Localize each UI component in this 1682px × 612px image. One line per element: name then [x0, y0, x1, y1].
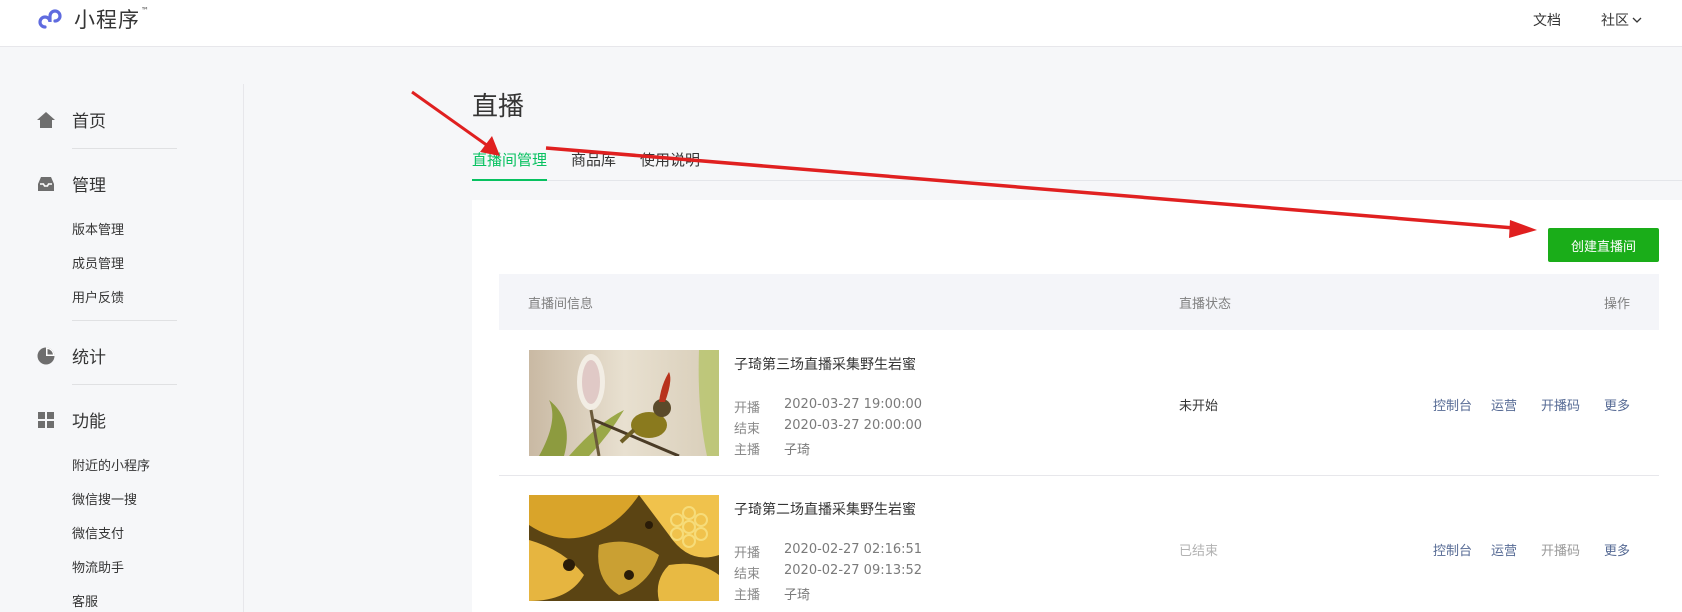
more-link[interactable]: 更多: [1604, 540, 1630, 559]
column-header-room-info: 直播间信息: [528, 297, 594, 312]
status-badge: 已结束: [1179, 544, 1219, 559]
community-label: 社区: [1601, 13, 1629, 29]
sidebar-item-label: 首页: [72, 112, 106, 132]
sidebar-item-label: 功能: [72, 412, 106, 432]
sidebar-item-label: 管理: [72, 176, 106, 196]
room-title: 子琦第二场直播采集野生岩蜜: [734, 502, 916, 518]
tab-instructions[interactable]: 使用说明: [640, 149, 700, 181]
create-live-room-button[interactable]: 创建直播间: [1548, 228, 1659, 262]
sidebar-item-members[interactable]: 成员管理: [72, 253, 124, 272]
sidebar-item-customer-service[interactable]: 客服: [72, 591, 98, 610]
table-header: 直播间信息 直播状态 操作: [499, 274, 1659, 330]
sidebar-item-label: 统计: [72, 348, 106, 368]
sidebar-item-search[interactable]: 微信搜一搜: [72, 489, 137, 508]
start-time: 2020-03-27 19:00:00: [784, 397, 923, 412]
miniprogram-logo[interactable]: 小程序 ™: [36, 4, 149, 34]
home-icon: [36, 110, 56, 130]
end-label: 结束: [734, 422, 761, 437]
host-label: 主播: [734, 443, 761, 458]
sidebar-item-manage[interactable]: 管理: [36, 171, 106, 196]
status-badge: 未开始: [1179, 399, 1219, 414]
tab-product-library[interactable]: 商品库: [571, 149, 616, 181]
stream-code-link[interactable]: 开播码: [1541, 395, 1580, 414]
inbox-icon: [36, 174, 56, 194]
sidebar-divider: [72, 384, 177, 385]
pie-chart-icon: [36, 346, 56, 366]
operations-link[interactable]: 运营: [1491, 540, 1517, 559]
end-time: 2020-02-27 09:13:52: [784, 563, 923, 578]
logo-text: 小程序: [74, 8, 140, 32]
sidebar-item-features[interactable]: 功能: [36, 407, 106, 432]
end-time: 2020-03-27 20:00:00: [784, 418, 923, 433]
more-link[interactable]: 更多: [1604, 395, 1630, 414]
start-label: 开播: [734, 546, 761, 561]
sidebar-item-pay[interactable]: 微信支付: [72, 523, 124, 542]
console-link[interactable]: 控制台: [1433, 395, 1472, 414]
console-link[interactable]: 控制台: [1433, 540, 1472, 559]
start-label: 开播: [734, 401, 761, 416]
end-label: 结束: [734, 567, 761, 582]
docs-link[interactable]: 文档: [1533, 10, 1561, 30]
grid-icon: [36, 410, 56, 430]
sidebar-item-nearby[interactable]: 附近的小程序: [72, 455, 150, 474]
logo-trademark: ™: [141, 5, 149, 15]
stream-code-link[interactable]: 开播码: [1541, 540, 1580, 559]
tab-live-room-management[interactable]: 直播间管理: [472, 149, 548, 181]
sidebar-item-feedback[interactable]: 用户反馈: [72, 287, 124, 306]
row-divider: [499, 475, 1659, 476]
room-title: 子琦第三场直播采集野生岩蜜: [734, 357, 916, 373]
chevron-down-icon: [1632, 17, 1642, 23]
sidebar-item-logistics[interactable]: 物流助手: [72, 557, 124, 576]
sidebar-divider: [72, 320, 177, 321]
host-label: 主播: [734, 588, 761, 603]
page-title: 直播: [472, 92, 525, 122]
miniprogram-logo-icon: [38, 9, 62, 29]
sidebar-item-home[interactable]: 首页: [36, 107, 106, 132]
host-name: 子琦: [784, 443, 811, 458]
community-menu[interactable]: 社区: [1601, 10, 1642, 30]
column-header-status: 直播状态: [1179, 297, 1232, 312]
sidebar-item-stats[interactable]: 统计: [36, 343, 106, 368]
sidebar-item-version[interactable]: 版本管理: [72, 219, 124, 238]
room-cover-image: [529, 495, 719, 601]
tab-bar: 直播间管理 商品库 使用说明: [472, 149, 1682, 181]
start-time: 2020-02-27 02:16:51: [784, 542, 923, 557]
operations-link[interactable]: 运营: [1491, 395, 1517, 414]
sidebar-divider: [72, 148, 177, 149]
column-header-actions: 操作: [1604, 297, 1631, 312]
room-cover-image: [529, 350, 719, 456]
host-name: 子琦: [784, 588, 811, 603]
top-header: 小程序 ™ 文档 社区: [0, 0, 1682, 47]
